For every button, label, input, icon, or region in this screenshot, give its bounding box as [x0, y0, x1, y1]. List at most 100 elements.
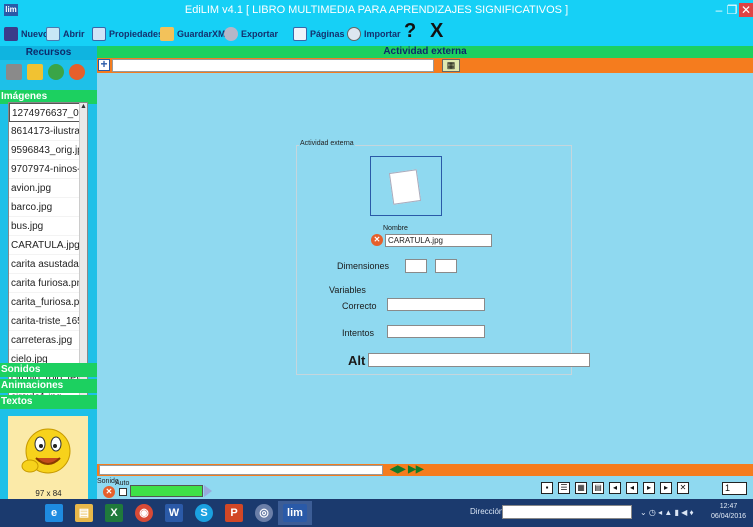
resource-tools — [6, 64, 85, 80]
taskbar-edilim[interactable]: lim — [278, 501, 312, 525]
width-field[interactable] — [405, 259, 427, 273]
clock[interactable]: 12:47 06/04/2016 — [706, 502, 751, 522]
taskbar-ie[interactable]: e — [40, 501, 68, 525]
taskbar-excel[interactable]: X — [100, 501, 128, 525]
exportar-button[interactable]: Exportar — [224, 25, 278, 43]
edilim-icon: lim — [283, 504, 307, 522]
auto-checkbox[interactable] — [119, 488, 127, 496]
file-list-item[interactable]: barco.jpg — [9, 198, 81, 217]
insert-image-button[interactable]: ▦ — [442, 59, 460, 72]
help-button[interactable]: ? — [404, 19, 417, 42]
file-list-item[interactable]: 8614173-ilustracio — [9, 122, 81, 141]
importar-label: Importar — [364, 29, 401, 39]
new-document-icon — [4, 27, 18, 41]
intentos-field[interactable] — [387, 325, 485, 338]
panel-legend: Actividad externa — [299, 140, 355, 147]
page-number-field[interactable]: 1 — [722, 482, 747, 495]
bottom-arrows[interactable]: ◀▶ ▶▶ — [390, 464, 424, 475]
guardarxml-button[interactable]: GuardarXML — [160, 25, 231, 43]
abrir-button[interactable]: Abrir — [46, 25, 85, 43]
file-list-item[interactable]: 9707974-ninos-lir — [9, 160, 81, 179]
file-list-item[interactable]: carita-triste_1657 — [9, 312, 81, 331]
scroll-up-icon[interactable]: ▲ — [80, 103, 87, 110]
alt-label: Alt — [348, 353, 366, 368]
image-drop-box[interactable] — [370, 156, 442, 216]
last-page-icon[interactable]: ▸ — [660, 482, 672, 494]
taskbar-app[interactable]: ◎ — [250, 501, 278, 525]
exit-button[interactable]: X — [430, 20, 443, 42]
close-button[interactable]: ✕ — [739, 3, 753, 17]
list-icon[interactable]: ☰ — [558, 482, 570, 494]
clear-name-icon[interactable]: ✕ — [371, 234, 383, 246]
smiley-thumbs-up-image — [21, 428, 71, 474]
statement-input[interactable] — [112, 59, 434, 72]
tools-icon[interactable] — [6, 64, 22, 80]
ie-icon: e — [45, 504, 63, 522]
app-icon-generic: ◎ — [255, 504, 273, 522]
taskbar-powerpoint[interactable]: P — [220, 501, 248, 525]
menu-bar: Nuevo Abrir Propiedades GuardarXML Expor… — [0, 19, 753, 46]
nombre-field[interactable]: CARATULA.jpg — [385, 234, 492, 247]
restore-button[interactable]: ❐ — [726, 3, 738, 17]
direccion-label: Dirección — [470, 507, 504, 516]
preview-dimensions: 97 x 84 — [35, 489, 62, 498]
play-icon[interactable] — [204, 485, 212, 497]
title-bar: lim EdiLIM v4.1 [ LIBRO MULTIMEDIA PARA … — [0, 0, 753, 22]
paginas-label: Páginas — [310, 29, 345, 39]
first-page-icon[interactable]: ◂ — [609, 482, 621, 494]
copy-page-icon[interactable]: ▤ — [592, 482, 604, 494]
top-toolbar: + ▦ — [97, 58, 753, 73]
file-list-item[interactable]: avion.jpg — [9, 179, 81, 198]
next-page-icon[interactable]: ▸ — [643, 482, 655, 494]
page-navigation: ▪ ☰ ▦ ▤ ◂ ◂ ▸ ▸ ✕ — [541, 482, 689, 494]
add-button[interactable]: + — [98, 58, 110, 71]
category-animaciones[interactable]: Animaciones — [0, 379, 97, 393]
guardarxml-label: GuardarXML — [177, 29, 232, 39]
system-tray[interactable]: ⌄ ◷ ◂ ▲ ▮ ◀ ♦ — [640, 508, 694, 517]
file-list-item[interactable]: 9596843_orig.jpg — [9, 141, 81, 160]
edit-icon[interactable] — [27, 64, 43, 80]
file-list-item[interactable]: carita furiosa.png — [9, 274, 81, 293]
file-list-item[interactable]: CARATULA.jpg — [9, 236, 81, 255]
alt-field[interactable] — [368, 353, 590, 367]
correcto-label: Correcto — [342, 301, 377, 311]
grid-icon[interactable]: ▦ — [575, 482, 587, 494]
category-sonidos[interactable]: Sonidos — [0, 363, 97, 377]
save-page-icon[interactable]: ▪ — [541, 482, 553, 494]
file-list-item[interactable]: carita_furiosa.png — [9, 293, 81, 312]
minimize-button[interactable]: – — [712, 3, 726, 17]
taskbar-explorer[interactable]: ▤ — [70, 501, 98, 525]
file-list-item[interactable]: carreteras.jpg — [9, 331, 81, 350]
category-textos[interactable]: Textos — [0, 395, 97, 409]
bottom-input[interactable] — [99, 465, 383, 475]
help-icon: ? — [404, 19, 417, 42]
delete-page-icon[interactable]: ✕ — [677, 482, 689, 494]
properties-icon — [92, 27, 106, 41]
correcto-field[interactable] — [387, 298, 485, 311]
file-list-item[interactable]: carita asustada.jp — [9, 255, 81, 274]
address-input[interactable] — [502, 505, 632, 519]
taskbar-skype[interactable]: S — [190, 501, 218, 525]
clear-sound-icon[interactable]: ✕ — [103, 486, 115, 498]
document-placeholder-icon — [388, 169, 422, 205]
chrome-icon: ◉ — [135, 504, 153, 522]
paginas-button[interactable]: Páginas — [293, 25, 345, 43]
skype-icon: S — [195, 504, 213, 522]
sound-progress-bar — [130, 485, 203, 497]
taskbar-chrome[interactable]: ◉ — [130, 501, 158, 525]
height-field[interactable] — [435, 259, 457, 273]
nuevo-button[interactable]: Nuevo — [4, 25, 49, 43]
delete-icon[interactable] — [69, 64, 85, 80]
propiedades-button[interactable]: Propiedades — [92, 25, 163, 43]
refresh-icon[interactable] — [48, 64, 64, 80]
prev-page-icon[interactable]: ◂ — [626, 482, 638, 494]
file-list-scrollbar[interactable]: ▲ — [79, 103, 87, 407]
nuevo-label: Nuevo — [21, 29, 49, 39]
powerpoint-icon: P — [225, 504, 243, 522]
importar-button[interactable]: Importar — [347, 25, 401, 43]
file-list-item[interactable]: 1274976637_025 — [9, 103, 81, 122]
file-list-item[interactable]: bus.jpg — [9, 217, 81, 236]
taskbar-word[interactable]: W — [160, 501, 188, 525]
folder-icon: ▤ — [75, 504, 93, 522]
variables-label: Variables — [329, 285, 366, 295]
